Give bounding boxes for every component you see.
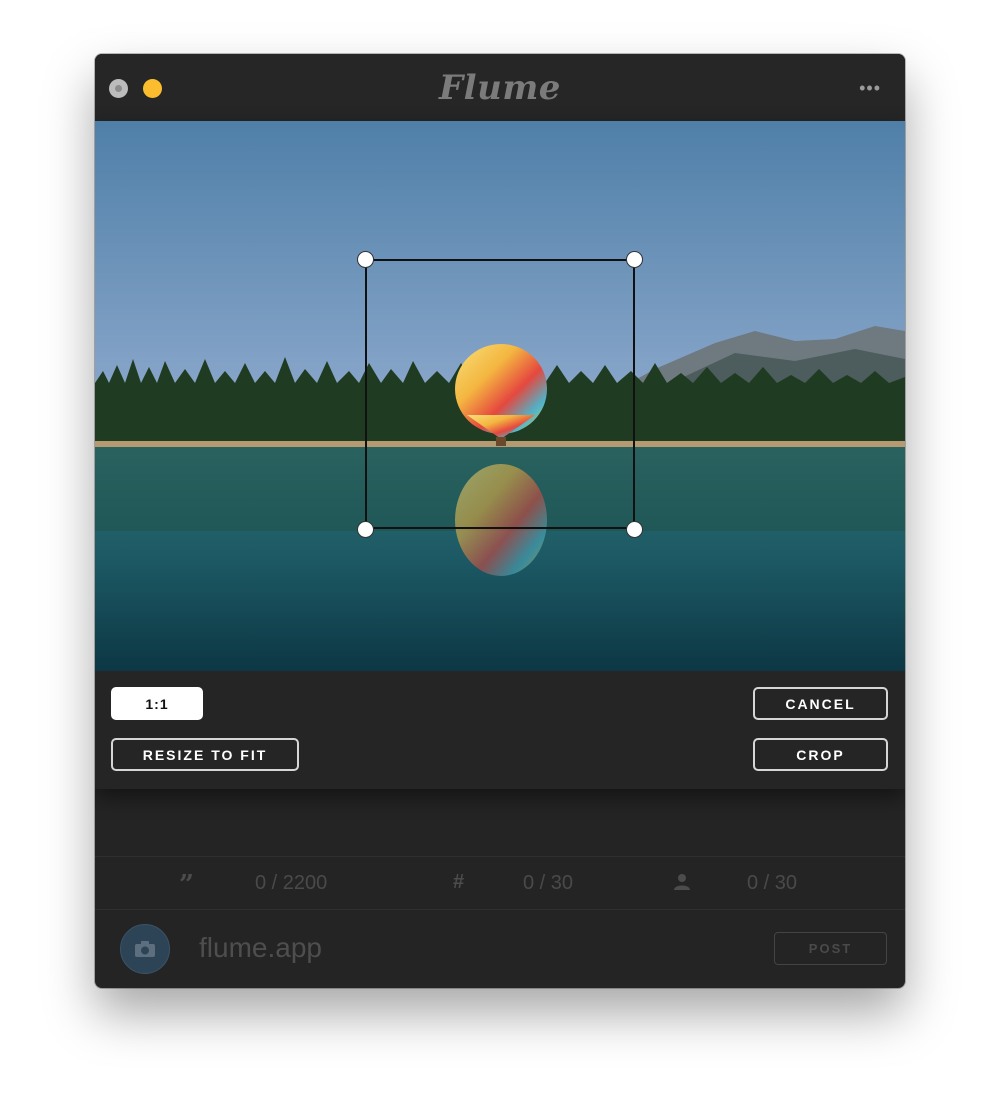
crop-frame[interactable] xyxy=(365,259,635,529)
flume-window: Flume ••• ” 0 / 2200 # 0 / 30 0 / 30 flu… xyxy=(95,54,905,988)
cancel-button[interactable]: CANCEL xyxy=(753,687,888,720)
user-icon xyxy=(673,873,691,897)
hashtag-counter: 0 / 30 xyxy=(523,872,574,894)
camera-icon xyxy=(135,941,155,957)
quote-icon: ” xyxy=(179,870,194,900)
mention-counter: 0 / 30 xyxy=(747,872,798,894)
crop-handle-bottom-left[interactable] xyxy=(357,521,374,538)
resize-to-fit-button[interactable]: RESIZE TO FIT xyxy=(111,738,299,771)
avatar[interactable] xyxy=(120,924,170,974)
counters-bar: ” 0 / 2200 # 0 / 30 0 / 30 xyxy=(95,856,905,910)
crop-handle-top-right[interactable] xyxy=(626,251,643,268)
crop-button[interactable]: CROP xyxy=(753,738,888,771)
crop-handle-top-left[interactable] xyxy=(357,251,374,268)
titlebar: Flume ••• xyxy=(95,54,905,121)
photo-preview xyxy=(95,121,905,671)
more-icon[interactable]: ••• xyxy=(859,78,881,99)
footer: flume.app POST xyxy=(95,909,905,988)
caption-counter: 0 / 2200 xyxy=(255,872,328,894)
app-logo: Flume xyxy=(439,68,561,108)
hashtag-icon: # xyxy=(453,871,465,893)
account-name: flume.app xyxy=(199,932,322,963)
aspect-ratio-button[interactable]: 1:1 xyxy=(111,687,203,720)
post-button[interactable]: POST xyxy=(774,932,887,965)
crop-handle-bottom-right[interactable] xyxy=(626,521,643,538)
crop-panel: 1:1 RESIZE TO FIT CANCEL CROP xyxy=(95,121,905,789)
